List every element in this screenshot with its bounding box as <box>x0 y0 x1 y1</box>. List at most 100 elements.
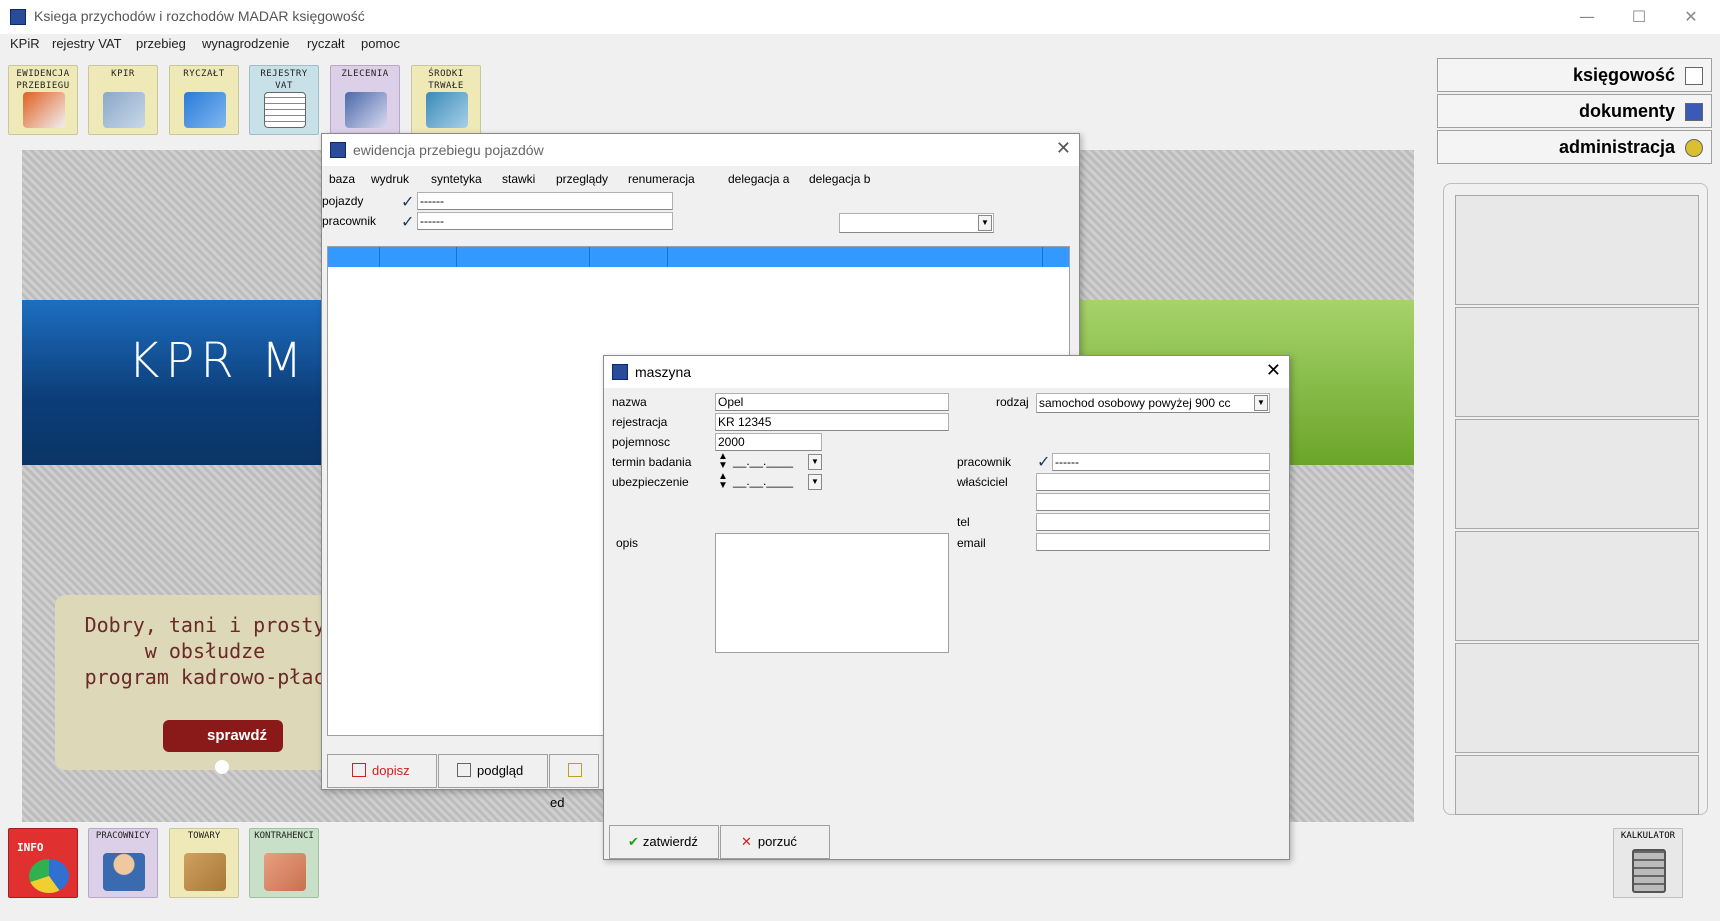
toolbar-pracownicy[interactable]: PRACOWNICY <box>88 828 158 898</box>
ubezpieczenie-label: ubezpieczenie <box>612 475 689 489</box>
pracownik-field[interactable]: ------ <box>417 212 673 230</box>
toolbar-towary[interactable]: TOWARY <box>169 828 239 898</box>
maszyna-close-icon[interactable]: ✕ <box>1266 360 1281 381</box>
toolbar-label: RYCZAŁT <box>183 69 225 79</box>
calculator-button[interactable]: KALKULATOR <box>1613 828 1683 898</box>
spinner-icon: ▲ ▼ <box>718 471 728 491</box>
pracownik-field-value: ------ <box>420 214 444 228</box>
administracja-label: administracja <box>1558 137 1675 157</box>
wlasciciel-address-field[interactable] <box>1036 493 1270 511</box>
menu-rejestry-vat[interactable]: rejestry VAT <box>52 36 122 51</box>
termin-badania-datepicker[interactable]: ▲ ▼ __.__.____ ▼ <box>715 452 825 471</box>
register-icon <box>264 92 306 128</box>
podglad-button[interactable]: podgląd <box>438 754 548 788</box>
promo-check-button[interactable]: sprawdź <box>163 720 283 774</box>
menu-pomoc[interactable]: pomoc <box>361 36 400 51</box>
maximize-button[interactable]: ☐ <box>1616 0 1662 34</box>
rejestracja-field[interactable]: KR 12345 <box>715 413 949 431</box>
zatwierdz-button[interactable]: ✔ zatwierdź <box>609 825 719 859</box>
maszyna-pracownik-label: pracownik <box>957 455 1012 469</box>
pojemnosc-field[interactable]: 2000 <box>715 433 822 451</box>
administracja-button[interactable]: administracja <box>1437 130 1712 164</box>
chevron-down-icon[interactable]: ▼ <box>808 474 822 490</box>
ewidencja-dropdown[interactable]: ▼ <box>839 213 994 233</box>
toolbar-zlecenia[interactable]: ZLECENIA <box>330 65 400 135</box>
toolbar-label: TOWARY <box>187 831 221 841</box>
handshake-icon <box>264 853 306 891</box>
toolbar-label: ZLECENIA <box>341 69 389 79</box>
menu-przeglady[interactable]: przeglądy <box>556 172 608 186</box>
blue-book-icon <box>184 92 226 128</box>
menu-baza[interactable]: baza <box>329 172 355 186</box>
toolbar-label: ŚRODKI TRWAŁE <box>428 69 464 91</box>
right-panel-slot[interactable] <box>1455 307 1699 417</box>
dopisz-button[interactable]: dopisz <box>327 754 437 788</box>
toolbar-rejestry-vat[interactable]: REJESTRY VAT <box>249 65 319 135</box>
app-icon <box>10 9 26 25</box>
toolbar-srodki-trwale[interactable]: ŚRODKI TRWAŁE <box>411 65 481 135</box>
nazwa-label: nazwa <box>612 395 647 409</box>
rejestracja-label: rejestracja <box>612 415 668 429</box>
menu-delegacja-a[interactable]: delegacja a <box>728 172 789 186</box>
close-button[interactable]: ✕ <box>1668 0 1714 34</box>
fixed-assets-icon <box>426 92 468 128</box>
right-panel-slot[interactable] <box>1455 755 1699 815</box>
promo-button-label: sprawdź <box>207 727 268 744</box>
maszyna-pracownik-field[interactable]: ------ <box>1052 453 1270 471</box>
porzuc-button[interactable]: ✕ porzuć <box>720 825 830 859</box>
rodzaj-select[interactable]: samochod osobowy powyżej 900 cc ▼ <box>1036 393 1270 413</box>
right-panel-slot[interactable] <box>1455 643 1699 753</box>
calculator-label: KALKULATOR <box>1620 831 1676 841</box>
email-field[interactable] <box>1036 533 1270 551</box>
tel-field[interactable] <box>1036 513 1270 531</box>
termin-badania-label: termin badania <box>612 455 692 469</box>
promo-line: Dobry, tani i prosty <box>84 613 326 637</box>
opis-textarea[interactable] <box>715 533 949 653</box>
menu-ryczalt[interactable]: ryczałt <box>307 36 345 51</box>
menu-stawki[interactable]: stawki <box>502 172 535 186</box>
email-label: email <box>957 536 986 550</box>
pojazdy-check-icon[interactable]: ✓ <box>401 192 414 211</box>
chevron-down-icon[interactable]: ▼ <box>808 454 822 470</box>
grid-column-divider <box>667 247 668 267</box>
banner-title: KPR M <box>128 333 309 389</box>
opis-label: opis <box>616 536 639 550</box>
edytuj-button[interactable]: ed <box>549 754 599 810</box>
menu-kpir[interactable]: KPiR <box>10 36 40 51</box>
grid-column-divider <box>1042 247 1043 267</box>
menu-wydruk[interactable]: wydruk <box>371 172 409 186</box>
right-panel-slot[interactable] <box>1455 531 1699 641</box>
ksiegowosc-button[interactable]: księgowość <box>1437 58 1712 92</box>
ksiegowosc-label: księgowość <box>1572 65 1675 85</box>
window-icon <box>612 364 628 380</box>
ubezpieczenie-value: __.__.____ <box>733 474 794 488</box>
title-bar: Ksiega przychodów i rozchodów MADAR księ… <box>0 0 1720 34</box>
termin-badania-value: __.__.____ <box>733 454 794 468</box>
dokumenty-button[interactable]: dokumenty <box>1437 94 1712 128</box>
edit-icon <box>568 763 582 777</box>
grid-column-divider <box>589 247 590 267</box>
toolbar-ewidencja-przebiegu[interactable]: EWIDENCJA PRZEBIEGU <box>8 65 78 135</box>
maszyna-pracownik-check-icon[interactable]: ✓ <box>1037 452 1050 471</box>
right-panel-slot[interactable] <box>1455 419 1699 529</box>
order-icon <box>345 92 387 128</box>
toolbar-info[interactable]: INFO <box>8 828 78 898</box>
menu-wynagrodzenie[interactable]: wynagrodzenie <box>202 36 289 51</box>
nazwa-field[interactable]: Opel <box>715 393 949 411</box>
toolbar-kontrahenci[interactable]: KONTRAHENCI <box>249 828 319 898</box>
pojazdy-field[interactable]: ------ <box>417 192 673 210</box>
ewidencja-close-icon[interactable]: ✕ <box>1056 138 1071 159</box>
minimize-button[interactable]: — <box>1564 0 1610 34</box>
menu-syntetyka[interactable]: syntetyka <box>431 172 482 186</box>
toolbar-kpir[interactable]: KPIR <box>88 65 158 135</box>
ubezpieczenie-datepicker[interactable]: ▲ ▼ __.__.____ ▼ <box>715 471 825 491</box>
wlasciciel-field[interactable] <box>1036 473 1270 491</box>
toolbar-ryczalt[interactable]: RYCZAŁT <box>169 65 239 135</box>
menu-przebieg[interactable]: przebieg <box>136 36 186 51</box>
pracownik-check-icon[interactable]: ✓ <box>401 212 414 231</box>
box-icon <box>184 853 226 891</box>
right-panel-slot[interactable] <box>1455 195 1699 305</box>
menu-renumeracja[interactable]: renumeracja <box>628 172 695 186</box>
dopisz-label: dopisz <box>372 763 410 778</box>
menu-delegacja-b[interactable]: delegacja b <box>809 172 870 186</box>
